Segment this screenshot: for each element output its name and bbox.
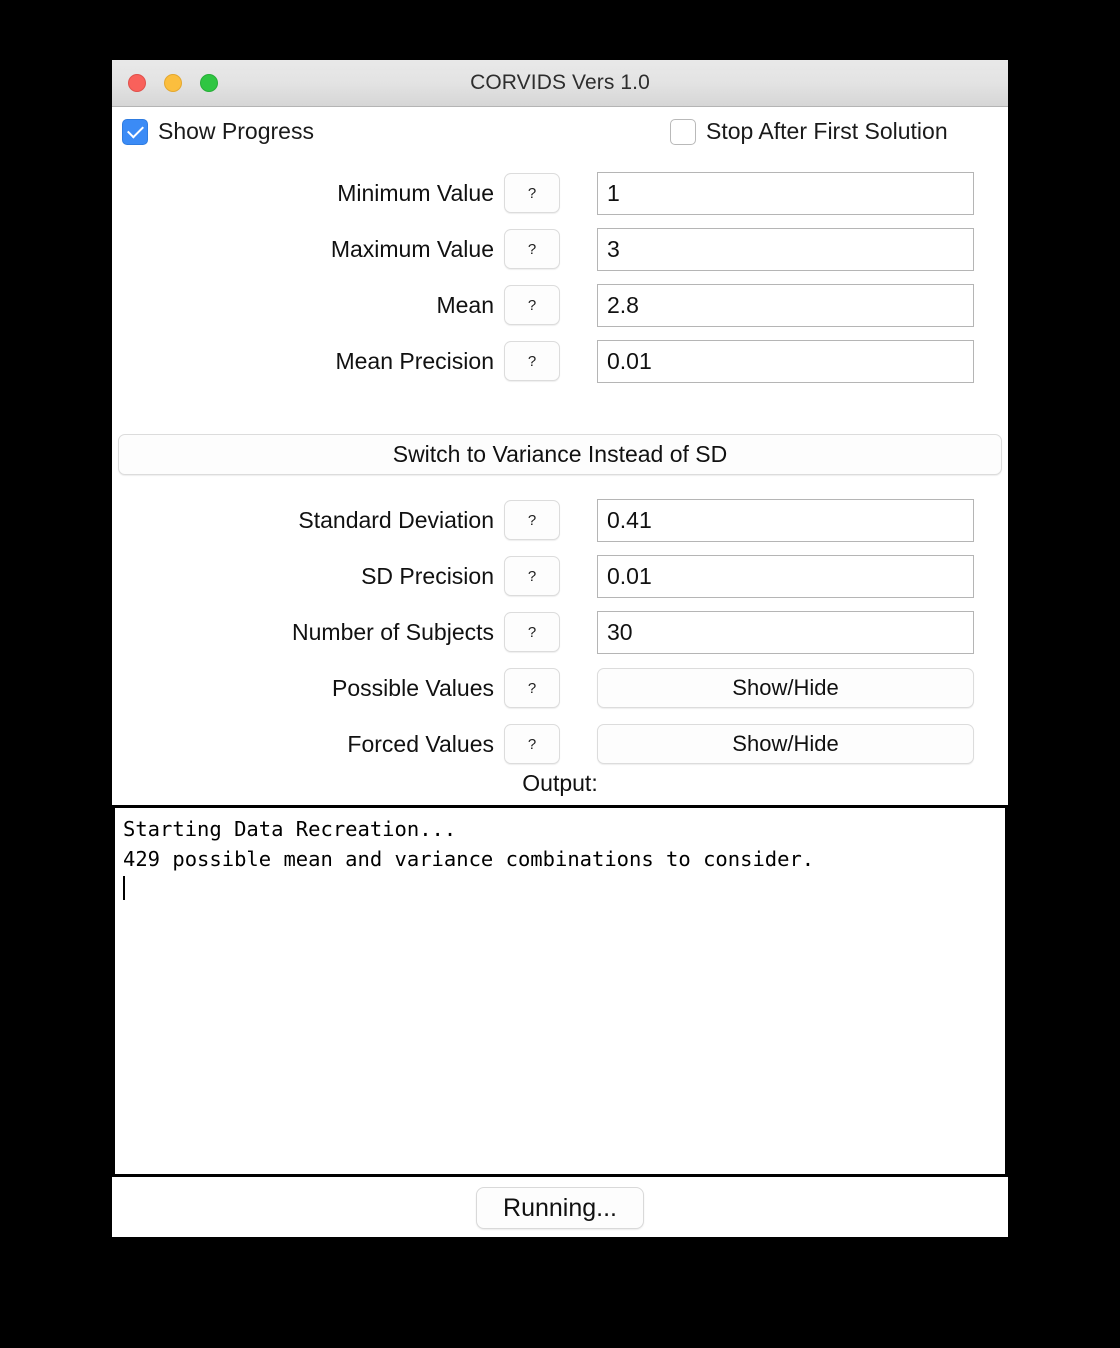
sd-precision-help-button[interactable]: ?	[504, 556, 560, 596]
minimum-value-input[interactable]: 1	[597, 171, 974, 215]
field-row-minimum-value: Minimum Value ? 1	[112, 171, 1008, 215]
number-of-subjects-help-button[interactable]: ?	[504, 612, 560, 652]
number-of-subjects-label: Number of Subjects	[292, 618, 494, 645]
text-caret	[123, 876, 125, 900]
options-row: Show Progress Stop After First Solution	[112, 107, 1008, 156]
output-console[interactable]: Starting Data Recreation... 429 possible…	[112, 805, 1008, 1177]
app-window: CORVIDS Vers 1.0 Show Progress Stop Afte…	[112, 60, 1008, 1237]
footer-bar: Running...	[112, 1179, 1008, 1237]
output-label: Output:	[522, 770, 598, 796]
field-row-forced-values: Forced Values ? Show/Hide	[112, 722, 1008, 766]
show-progress-checkbox-group[interactable]: Show Progress	[122, 118, 314, 145]
window-content: Show Progress Stop After First Solution …	[112, 107, 1008, 1237]
title-bar: CORVIDS Vers 1.0	[112, 60, 1008, 107]
field-row-possible-values: Possible Values ? Show/Hide	[112, 666, 1008, 710]
field-row-maximum-value: Maximum Value ? 3	[112, 227, 1008, 271]
maximum-value-input[interactable]: 3	[597, 227, 974, 271]
maximize-window-button[interactable]	[200, 74, 218, 92]
minimum-value-help-button[interactable]: ?	[504, 173, 560, 213]
field-row-sd-precision: SD Precision ? 0.01	[112, 554, 1008, 598]
standard-deviation-input[interactable]: 0.41	[597, 498, 974, 542]
mean-precision-label: Mean Precision	[335, 347, 494, 374]
output-line: Starting Data Recreation...	[123, 817, 457, 841]
forced-values-help-button[interactable]: ?	[504, 724, 560, 764]
window-controls	[128, 60, 218, 106]
show-progress-checkbox[interactable]	[122, 118, 148, 145]
mean-precision-help-button[interactable]: ?	[504, 341, 560, 381]
mean-precision-input[interactable]: 0.01	[597, 339, 974, 383]
standard-deviation-help-button[interactable]: ?	[504, 500, 560, 540]
show-progress-label: Show Progress	[158, 118, 314, 144]
window-title: CORVIDS Vers 1.0	[470, 71, 650, 94]
output-caret-line	[123, 874, 999, 904]
minimum-value-label: Minimum Value	[337, 179, 494, 206]
close-window-button[interactable]	[128, 74, 146, 92]
possible-values-label: Possible Values	[332, 674, 494, 701]
output-line: 429 possible mean and variance combinati…	[123, 847, 815, 871]
standard-deviation-label: Standard Deviation	[298, 506, 494, 533]
maximum-value-help-button[interactable]: ?	[504, 229, 560, 269]
maximum-value-label: Maximum Value	[330, 235, 494, 262]
possible-values-show-hide-button[interactable]: Show/Hide	[597, 668, 974, 708]
field-row-standard-deviation: Standard Deviation ? 0.41	[112, 498, 1008, 542]
stop-after-first-solution-checkbox[interactable]	[670, 118, 696, 145]
minimize-window-button[interactable]	[164, 74, 182, 92]
field-row-mean-precision: Mean Precision ? 0.01	[112, 339, 1008, 383]
possible-values-help-button[interactable]: ?	[504, 668, 560, 708]
run-button[interactable]: Running...	[476, 1187, 644, 1229]
sd-precision-label: SD Precision	[361, 562, 494, 589]
number-of-subjects-input[interactable]: 30	[597, 610, 974, 654]
switch-to-variance-button[interactable]: Switch to Variance Instead of SD	[118, 434, 1002, 475]
field-row-mean: Mean ? 2.8	[112, 283, 1008, 327]
mean-label: Mean	[436, 291, 494, 318]
forced-values-show-hide-button[interactable]: Show/Hide	[597, 724, 974, 764]
mean-help-button[interactable]: ?	[504, 285, 560, 325]
sd-precision-input[interactable]: 0.01	[597, 554, 974, 598]
field-row-number-of-subjects: Number of Subjects ? 30	[112, 610, 1008, 654]
stop-after-first-solution-checkbox-group[interactable]: Stop After First Solution	[670, 118, 948, 145]
stop-after-first-solution-label: Stop After First Solution	[706, 118, 948, 144]
forced-values-label: Forced Values	[347, 730, 494, 757]
mean-input[interactable]: 2.8	[597, 283, 974, 327]
